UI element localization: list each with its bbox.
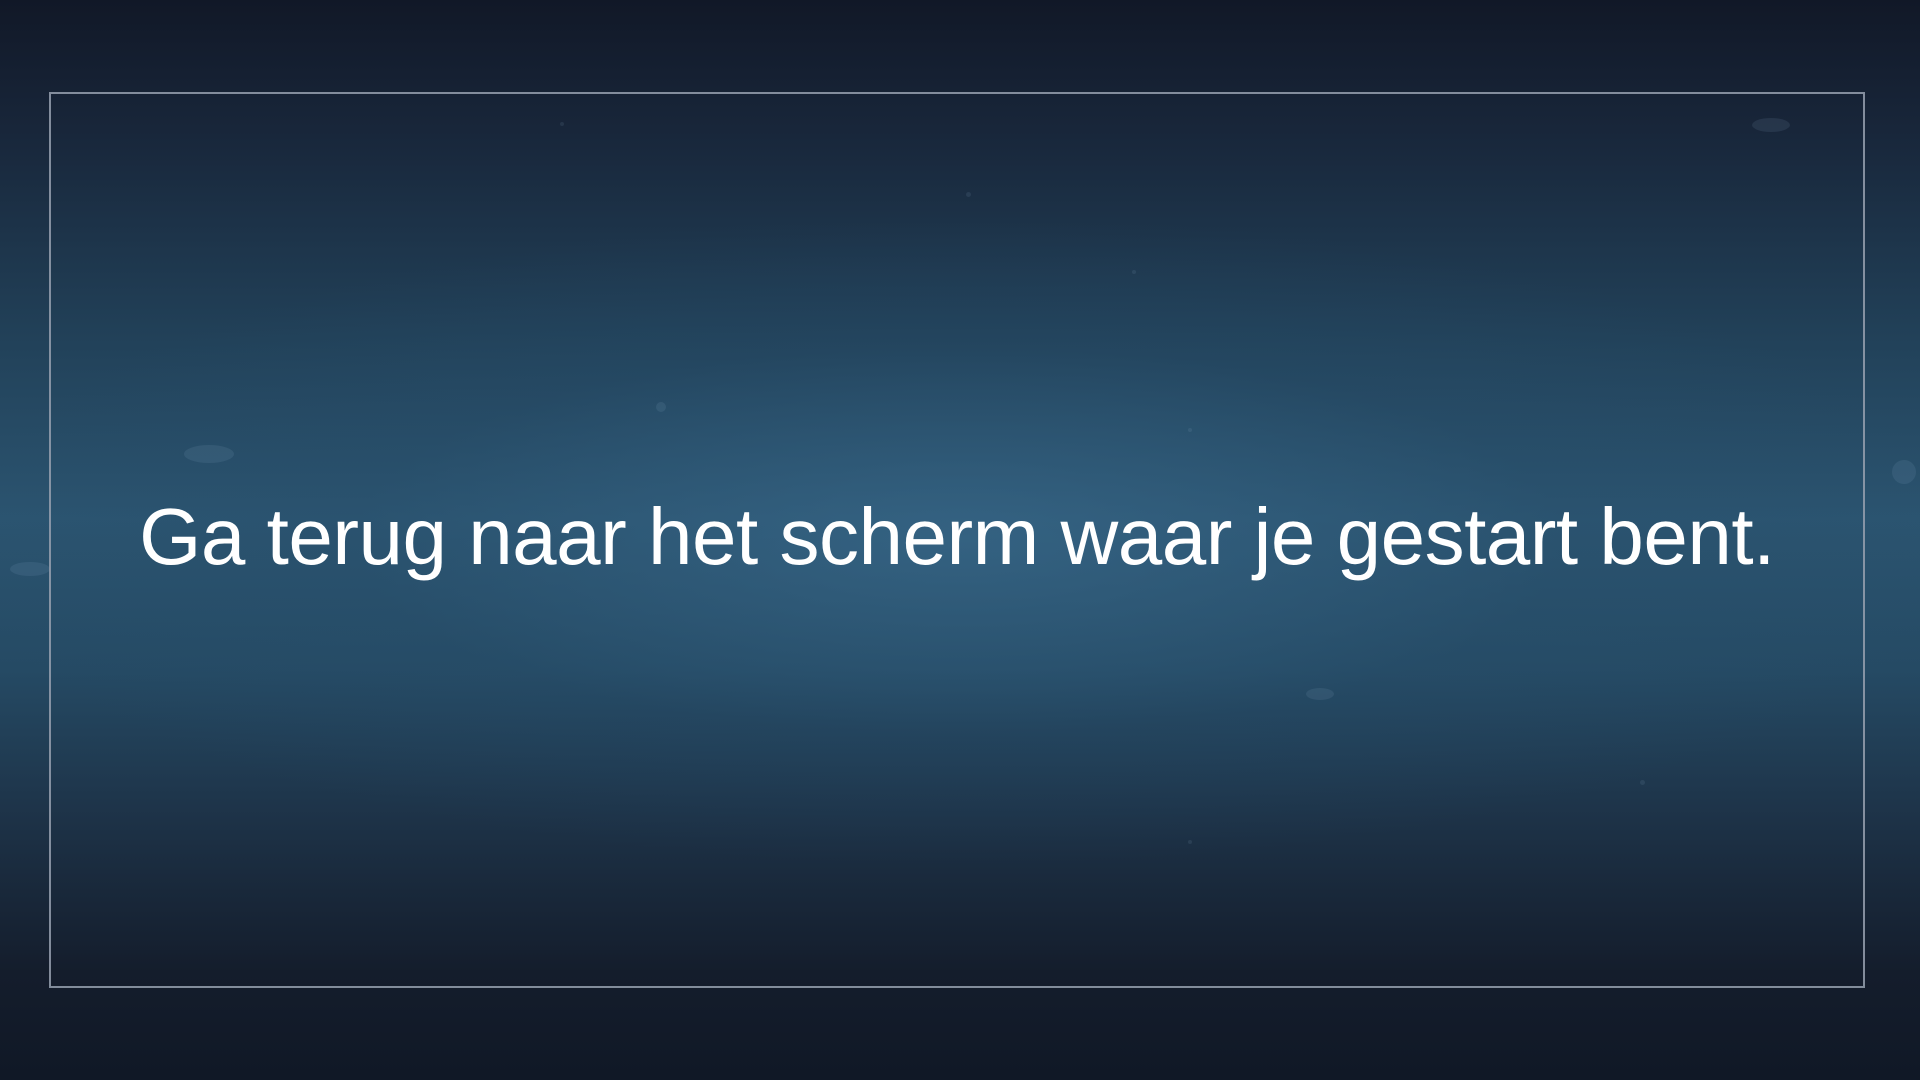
- background-speck: [1892, 460, 1916, 484]
- message-container: Ga terug naar het scherm waar je gestart…: [49, 92, 1865, 988]
- background-speck: [10, 562, 50, 576]
- slide-screen: { "screen": { "message": "Ga terug naar …: [0, 0, 1920, 1080]
- instruction-text: Ga terug naar het scherm waar je gestart…: [139, 492, 1775, 581]
